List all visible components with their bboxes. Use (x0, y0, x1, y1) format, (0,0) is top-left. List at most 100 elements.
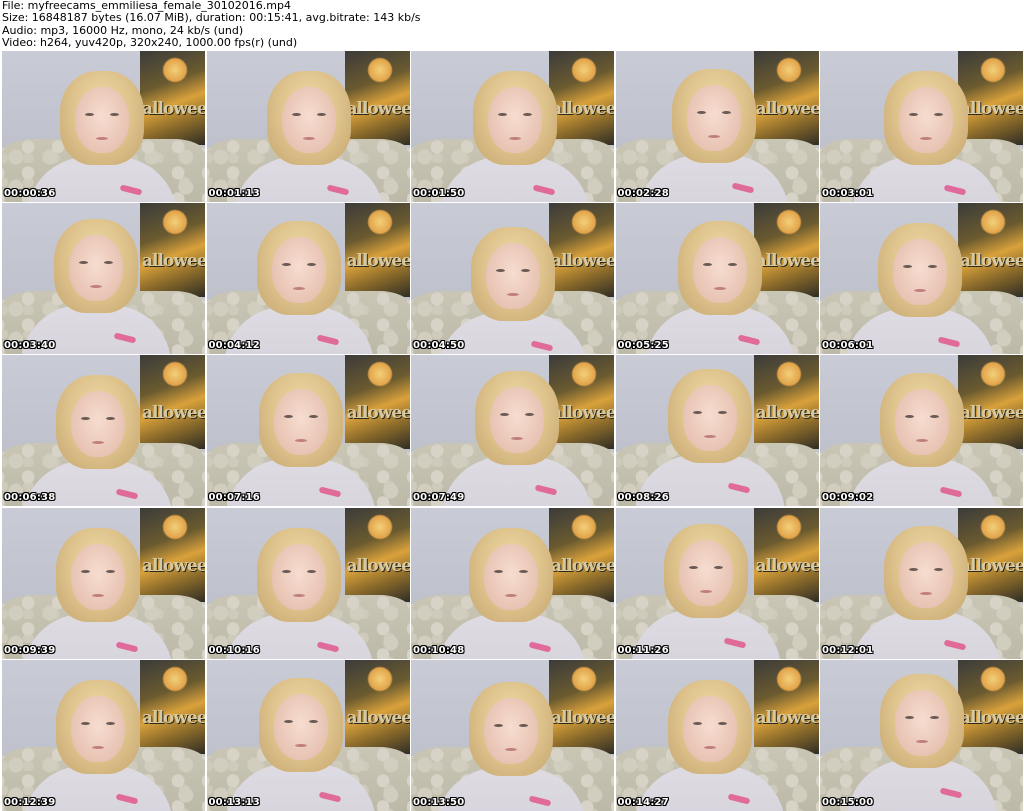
video-thumbnail: allowee 00:06:01 (820, 203, 1023, 355)
poster-text: allowee (755, 707, 819, 728)
poster-text: allowee (960, 251, 1023, 272)
thumbnail-timestamp: 00:00:36 (4, 188, 56, 199)
halloween-poster: allowee (344, 355, 410, 450)
thumbnail-timestamp: 00:01:13 (208, 188, 260, 199)
video-thumbnail: allowee 00:13:13 (206, 659, 410, 811)
poster-text: allowee (346, 99, 410, 119)
poster-text: allowee (346, 555, 410, 576)
halloween-poster: allowee (140, 203, 205, 298)
thumbnail-timestamp: 00:12:01 (822, 644, 874, 656)
thumbnail-timestamp: 00:15:00 (822, 796, 874, 808)
thumbnail-timestamp: 00:03:40 (4, 340, 56, 352)
poster-text: allowee (142, 251, 205, 272)
file-info-header: File: myfreecams_emmiliesa_female_301020… (2, 0, 1022, 50)
halloween-poster: allowee (549, 203, 614, 298)
halloween-poster: allowee (140, 355, 205, 450)
video-thumbnail: allowee 00:07:49 (411, 355, 614, 507)
video-thumbnail: allowee 00:08:26 (615, 355, 819, 507)
halloween-poster: allowee (140, 659, 205, 754)
thumbnail-timestamp: 00:04:12 (208, 340, 260, 352)
video-thumbnail: allowee 00:10:16 (206, 507, 410, 659)
video-thumbnail: allowee 00:00:36 (2, 51, 205, 202)
thumbnail-timestamp: 00:09:02 (822, 492, 874, 504)
thumbnail-timestamp: 00:02:28 (617, 188, 669, 199)
halloween-poster: allowee (344, 51, 410, 145)
poster-text: allowee (755, 403, 819, 424)
halloween-poster: allowee (958, 203, 1023, 298)
thumbnail-timestamp: 00:09:39 (4, 644, 56, 656)
poster-text: allowee (346, 251, 410, 272)
halloween-poster: allowee (958, 355, 1023, 450)
video-thumbnail: allowee 00:07:16 (206, 355, 410, 507)
video-thumbnail: allowee 00:05:25 (615, 203, 819, 355)
thumbnail-timestamp: 00:13:13 (208, 796, 260, 808)
halloween-poster: allowee (140, 51, 205, 145)
halloween-poster: allowee (549, 51, 614, 145)
thumbnail-timestamp: 00:10:16 (208, 644, 260, 656)
halloween-poster: allowee (549, 355, 614, 450)
video-thumbnail: allowee 00:11:26 (615, 507, 819, 659)
halloween-poster: allowee (753, 203, 819, 298)
video-thumbnail: allowee 00:13:50 (411, 659, 614, 811)
halloween-poster: allowee (753, 355, 819, 450)
poster-text: allowee (551, 99, 614, 119)
halloween-poster: allowee (344, 659, 410, 754)
thumbnail-timestamp: 00:03:01 (822, 188, 874, 199)
poster-text: allowee (346, 403, 410, 424)
halloween-poster: allowee (958, 659, 1023, 754)
video-thumbnail: allowee 00:02:28 (615, 51, 819, 202)
halloween-poster: allowee (549, 507, 614, 602)
video-thumbnail: allowee 00:01:50 (411, 51, 614, 202)
video-thumbnail: allowee 00:01:13 (206, 51, 410, 202)
thumbnail-timestamp: 00:12:39 (4, 796, 56, 808)
poster-text: allowee (960, 99, 1023, 119)
thumbnail-timestamp: 00:01:50 (413, 188, 465, 199)
poster-text: allowee (142, 555, 205, 576)
thumbnail-timestamp: 00:10:48 (413, 644, 465, 656)
thumbnail-timestamp: 00:07:16 (208, 492, 260, 504)
thumbnail-timestamp: 00:11:26 (617, 644, 669, 656)
halloween-poster: allowee (753, 507, 819, 602)
poster-text: allowee (755, 251, 819, 272)
poster-text: allowee (960, 403, 1023, 424)
video-thumbnail: allowee 00:09:02 (820, 355, 1023, 507)
video-info-line: Video: h264, yuv420p, 320x240, 1000.00 f… (2, 35, 298, 49)
video-thumbnail: allowee 00:03:40 (2, 203, 205, 355)
poster-text: allowee (142, 707, 205, 728)
poster-text: allowee (142, 403, 205, 424)
video-thumbnail: allowee 00:04:50 (411, 203, 614, 355)
poster-text: allowee (346, 707, 410, 728)
thumbnail-timestamp: 00:13:50 (413, 796, 465, 808)
halloween-poster: allowee (344, 203, 410, 298)
video-thumbnail: allowee 00:10:48 (411, 507, 614, 659)
halloween-poster: allowee (549, 659, 614, 754)
video-thumbnail: allowee 00:12:01 (820, 507, 1023, 659)
halloween-poster: allowee (753, 659, 819, 754)
thumbnail-timestamp: 00:05:25 (617, 340, 669, 352)
poster-text: allowee (551, 251, 614, 272)
poster-text: allowee (551, 555, 614, 576)
halloween-poster: allowee (753, 51, 819, 145)
poster-text: allowee (960, 555, 1023, 576)
video-thumbnail: allowee 00:06:38 (2, 355, 205, 507)
video-thumbnail: allowee 00:12:39 (2, 659, 205, 811)
thumbnail-timestamp: 00:06:01 (822, 340, 874, 352)
video-thumbnail: allowee 00:04:12 (206, 203, 410, 355)
video-thumbnail: allowee 00:14:27 (615, 659, 819, 811)
halloween-poster: allowee (344, 507, 410, 602)
thumbnail-timestamp: 00:14:27 (617, 796, 669, 808)
video-thumbnail: allowee 00:09:39 (2, 507, 205, 659)
poster-text: allowee (960, 707, 1023, 728)
halloween-poster: allowee (140, 507, 205, 602)
thumbnail-timestamp: 00:06:38 (4, 492, 56, 504)
thumbnail-grid: allowee 00:00:36 allowee 00:01:13 allowee 00:… (2, 51, 1023, 811)
poster-text: allowee (551, 403, 614, 424)
thumbnail-timestamp: 00:04:50 (413, 340, 465, 352)
poster-text: allowee (142, 99, 205, 119)
video-thumbnail: allowee 00:03:01 (820, 51, 1023, 202)
poster-text: allowee (551, 707, 614, 728)
video-thumbnail: allowee 00:15:00 (820, 659, 1023, 811)
thumbnail-timestamp: 00:07:49 (413, 492, 465, 504)
poster-text: allowee (755, 99, 819, 119)
poster-text: allowee (755, 555, 819, 576)
